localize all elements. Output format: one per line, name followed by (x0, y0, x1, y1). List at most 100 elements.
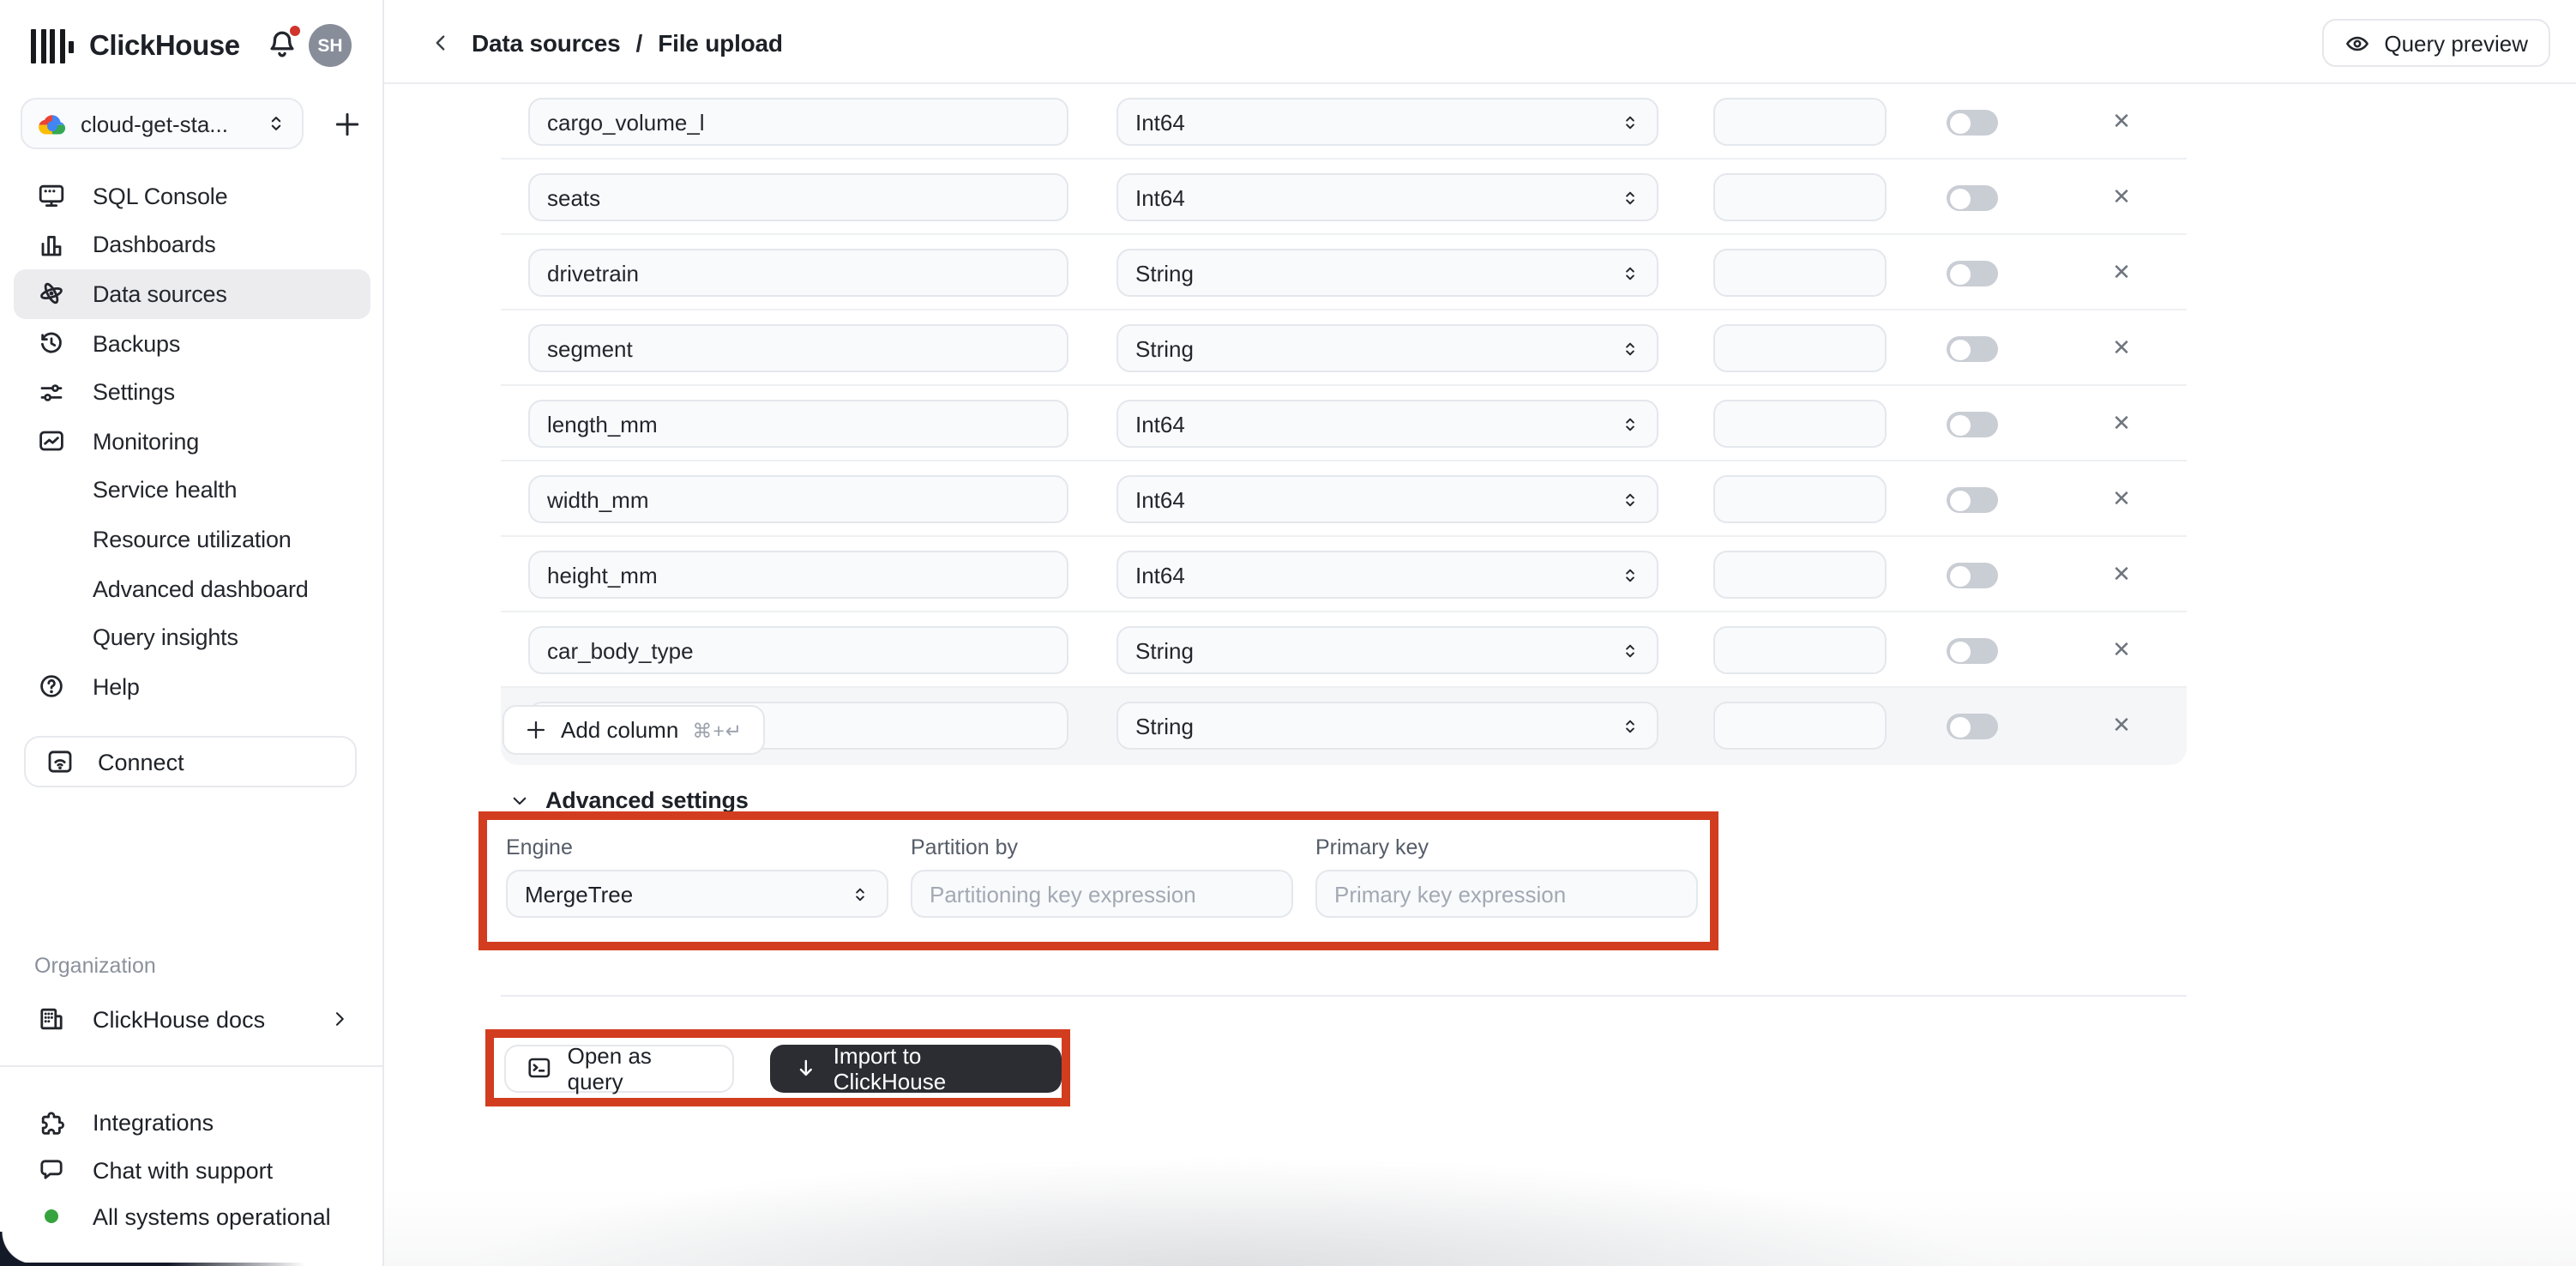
clickhouse-logo-icon (31, 29, 74, 63)
column-name-input[interactable] (528, 173, 1068, 221)
default-value-input[interactable] (1713, 324, 1887, 372)
add-column-button[interactable]: Add column ⌘+↵ (503, 705, 765, 755)
help-icon (38, 672, 65, 700)
sql-console-icon (38, 183, 65, 210)
sidebar-item-chat-support[interactable]: Chat with support (14, 1147, 370, 1194)
column-type-select[interactable]: String (1116, 249, 1658, 297)
connect-button[interactable]: Connect (24, 736, 357, 787)
column-name-input[interactable] (528, 249, 1068, 297)
sidebar-item-dashboards[interactable]: Dashboards (14, 220, 370, 269)
sidebar-item-label: Monitoring (93, 429, 199, 455)
column-type-select[interactable]: Int64 (1116, 551, 1658, 599)
sidebar-item-resource-utilization[interactable]: Resource utilization (14, 515, 370, 564)
nullable-toggle-off[interactable] (1947, 412, 1998, 437)
remove-column-button[interactable]: ✕ (2106, 484, 2137, 515)
column-type-value: Int64 (1135, 411, 1185, 437)
sidebar-item-advanced-dashboard[interactable]: Advanced dashboard (14, 564, 370, 613)
remove-column-button[interactable]: ✕ (2106, 559, 2137, 590)
default-value-input[interactable] (1713, 551, 1887, 599)
default-value-input[interactable] (1713, 626, 1887, 674)
column-name-input[interactable] (528, 551, 1068, 599)
column-type-select[interactable]: Int64 (1116, 400, 1658, 448)
column-name-input[interactable] (528, 400, 1068, 448)
column-type-select[interactable]: Int64 (1116, 98, 1658, 146)
chevron-updown-icon (1621, 564, 1640, 586)
default-value-input[interactable] (1713, 249, 1887, 297)
sidebar-item-settings[interactable]: Settings (14, 368, 370, 417)
download-arrow-icon (794, 1056, 818, 1080)
partition-by-input[interactable] (911, 870, 1293, 918)
table-row: Int64 ✕ (501, 84, 2187, 160)
engine-select[interactable]: MergeTree (506, 870, 888, 918)
plus-icon (332, 109, 361, 138)
query-preview-label: Query preview (2384, 30, 2528, 56)
partition-by-label: Partition by (911, 835, 1293, 859)
sidebar-item-label: Chat with support (93, 1157, 273, 1183)
column-type-select[interactable]: String (1116, 702, 1658, 750)
remove-column-button[interactable]: ✕ (2106, 257, 2137, 288)
default-value-input[interactable] (1713, 400, 1887, 448)
nullable-toggle-off[interactable] (1947, 638, 1998, 664)
sidebar-item-label: Service health (93, 478, 237, 503)
nullable-toggle-off[interactable] (1947, 563, 1998, 588)
column-type-select[interactable]: Int64 (1116, 173, 1658, 221)
remove-column-button[interactable]: ✕ (2106, 333, 2137, 364)
sidebar-item-service-health[interactable]: Service health (14, 466, 370, 515)
nullable-toggle-off[interactable] (1947, 185, 1998, 211)
chevron-updown-icon (1621, 337, 1640, 359)
sidebar-item-sql-console[interactable]: SQL Console (14, 172, 370, 220)
remove-column-button[interactable]: ✕ (2106, 106, 2137, 137)
open-as-query-label: Open as query (568, 1042, 712, 1094)
nullable-toggle-off[interactable] (1947, 261, 1998, 286)
breadcrumb-data-sources[interactable]: Data sources (472, 28, 620, 56)
open-as-query-button[interactable]: Open as query (504, 1044, 734, 1092)
import-to-clickhouse-button[interactable]: Import to ClickHouse (770, 1044, 1062, 1092)
column-type-value: String (1135, 637, 1194, 663)
back-chevron-icon[interactable] (429, 30, 453, 54)
remove-column-button[interactable]: ✕ (2106, 635, 2137, 666)
system-status-row[interactable]: All systems operational (14, 1194, 370, 1241)
default-value-input[interactable] (1713, 702, 1887, 750)
advanced-settings-label: Advanced settings (545, 787, 749, 813)
remove-column-button[interactable]: ✕ (2106, 710, 2137, 741)
column-name-input[interactable] (528, 324, 1068, 372)
column-type-select[interactable]: Int64 (1116, 475, 1658, 523)
remove-column-button[interactable]: ✕ (2106, 182, 2137, 213)
service-selector[interactable]: cloud-get-sta... (21, 98, 304, 149)
notifications-button[interactable] (266, 27, 300, 65)
sidebar-item-clickhouse-docs[interactable]: ClickHouse docs (14, 995, 370, 1043)
default-value-input[interactable] (1713, 475, 1887, 523)
sidebar-item-integrations[interactable]: Integrations (14, 1100, 370, 1147)
default-value-input[interactable] (1713, 173, 1887, 221)
nullable-toggle-off[interactable] (1947, 336, 1998, 362)
sidebar-item-help[interactable]: Help (14, 662, 370, 711)
sidebar-item-data-sources[interactable]: Data sources (14, 269, 370, 318)
data-sources-icon (38, 280, 65, 308)
table-row: String ✕ (501, 235, 2187, 310)
column-type-select[interactable]: String (1116, 626, 1658, 674)
query-preview-button[interactable]: Query preview (2322, 19, 2550, 67)
sidebar-item-query-insights[interactable]: Query insights (14, 613, 370, 662)
column-name-input[interactable] (528, 626, 1068, 674)
primary-key-input[interactable] (1315, 870, 1698, 918)
nullable-toggle-off[interactable] (1947, 110, 1998, 136)
avatar[interactable]: SH (309, 24, 352, 67)
column-type-value: String (1135, 260, 1194, 286)
default-value-input[interactable] (1713, 98, 1887, 146)
sidebar-item-label: Data sources (93, 281, 227, 307)
add-service-button[interactable] (328, 105, 365, 142)
advanced-settings-toggle[interactable]: Advanced settings (509, 787, 749, 813)
sidebar-item-monitoring[interactable]: Monitoring (14, 417, 370, 466)
remove-column-button[interactable]: ✕ (2106, 408, 2137, 439)
column-type-select[interactable]: String (1116, 324, 1658, 372)
service-selector-row: cloud-get-sta... (21, 98, 365, 149)
chevron-updown-icon (1621, 714, 1640, 737)
sidebar-item-backups[interactable]: Backups (14, 319, 370, 368)
column-name-input[interactable] (528, 475, 1068, 523)
settings-icon (38, 378, 65, 406)
nullable-toggle-off[interactable] (1947, 714, 1998, 739)
import-label: Import to ClickHouse (834, 1042, 1038, 1094)
toggle-knob (1949, 188, 1970, 208)
nullable-toggle-off[interactable] (1947, 487, 1998, 513)
column-name-input[interactable] (528, 98, 1068, 146)
